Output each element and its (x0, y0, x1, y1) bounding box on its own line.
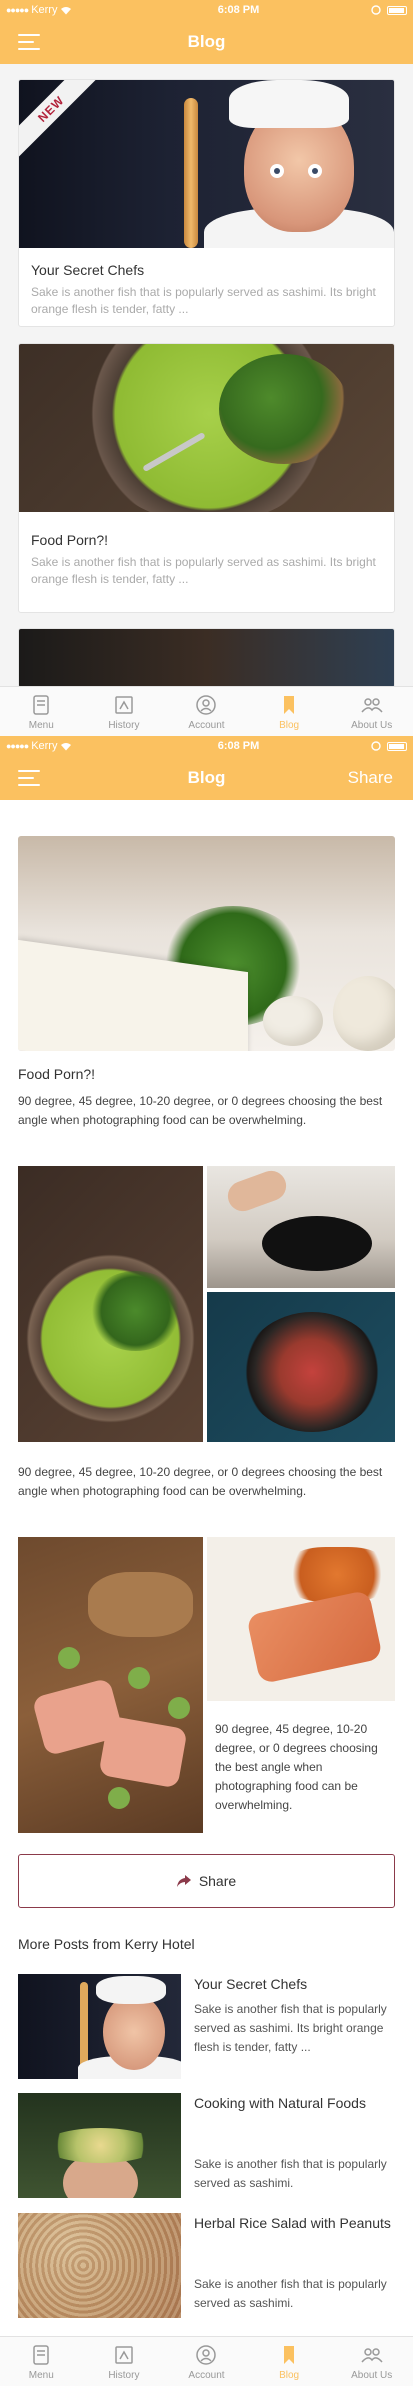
new-ribbon: NEW (19, 80, 102, 160)
post-title: Your Secret Chefs (194, 1976, 308, 1992)
article-paragraph: 90 degree, 45 degree, 10-20 degree, or 0… (215, 1722, 378, 1812)
hamburger-menu-icon[interactable] (18, 770, 40, 786)
battery-icon (387, 5, 407, 15)
status-bar: ●●●●● Kerry 6:08 PM (0, 0, 413, 20)
secret-chefs-image: NEW (19, 80, 394, 248)
share-arrow-icon (176, 1875, 191, 1887)
more-post-item[interactable]: Your Secret Chefs Sake is another fish t… (18, 1974, 395, 2079)
blog-card-food-porn[interactable]: Food Porn?! Sake is another fish that is… (18, 343, 395, 613)
status-time: 6:08 PM (217, 740, 260, 752)
tab-about-us[interactable]: About Us (330, 2337, 413, 2386)
status-bar: ●●●●● Kerry 6:08 PM (0, 736, 413, 756)
alarm-icon (371, 5, 381, 15)
menu-book-icon (33, 2344, 50, 2365)
article-hero-image (18, 836, 395, 1051)
photo-frying-pan (207, 1292, 395, 1442)
photo-stove-cooking (207, 1166, 395, 1288)
tab-label: History (108, 2369, 140, 2381)
share-button-label: Share (198, 1873, 237, 1889)
partial-card-image (19, 629, 394, 688)
tab-label: Blog (279, 2369, 300, 2381)
article-title: Food Porn?! (18, 1066, 96, 1082)
post-thumbnail (18, 2093, 181, 2198)
signal-icon: ●●●●● (6, 5, 29, 15)
wifi-icon (61, 742, 72, 750)
menu-book-icon (33, 694, 50, 715)
tab-bar: Menu History Account Blog About Us (0, 686, 413, 736)
tab-menu[interactable]: Menu (0, 2337, 83, 2386)
group-icon (361, 697, 383, 712)
blog-list-screen: ●●●●● Kerry 6:08 PM Blog NEW Your Secret… (0, 0, 413, 736)
food-porn-image (19, 344, 394, 512)
blog-card-secret-chefs[interactable]: NEW Your Secret Chefs Sake is another fi… (18, 79, 395, 327)
card-title: Your Secret Chefs (31, 262, 145, 278)
tab-label: Account (188, 2369, 225, 2381)
tab-label: Account (188, 719, 225, 731)
photo-grilled-salmon (207, 1537, 395, 1701)
hamburger-menu-icon[interactable] (18, 34, 40, 50)
tab-label: History (108, 719, 140, 731)
post-thumbnail (18, 1974, 181, 2079)
blog-article-screen: ●●●●● Kerry 6:08 PM Blog Share Food Porn… (0, 736, 413, 2386)
app-header: Blog (0, 20, 413, 64)
header-title: Blog (187, 768, 226, 787)
tab-blog[interactable]: Blog (248, 2337, 331, 2386)
status-time: 6:08 PM (217, 4, 260, 16)
group-icon (361, 2347, 383, 2362)
tab-about-us[interactable]: About Us (330, 687, 413, 736)
tab-blog[interactable]: Blog (248, 687, 331, 736)
post-excerpt: Sake is another fish that is popularly s… (194, 2277, 387, 2310)
bookmark-icon (284, 695, 295, 714)
tab-label: Menu (28, 2369, 54, 2381)
wifi-icon (61, 6, 72, 14)
more-post-item[interactable]: Cooking with Natural Foods Sake is anoth… (18, 2093, 395, 2198)
share-button[interactable]: Share (18, 1854, 395, 1908)
tab-account[interactable]: Account (165, 687, 248, 736)
tab-label: About Us (351, 2369, 393, 2381)
card-excerpt: Sake is another fish that is popularly s… (31, 555, 376, 586)
header-title: Blog (187, 32, 226, 51)
account-icon (196, 2344, 217, 2365)
photo-cutting-board (18, 1537, 203, 1833)
photo-soup-bowl (18, 1166, 203, 1442)
post-title: Herbal Rice Salad with Peanuts (194, 2215, 391, 2231)
tab-history[interactable]: History (83, 2337, 166, 2386)
card-title: Food Porn?! (31, 532, 109, 548)
post-title: Cooking with Natural Foods (194, 2095, 366, 2111)
signal-icon: ●●●●● (6, 741, 29, 751)
tab-label: Menu (28, 719, 54, 731)
tab-label: Blog (279, 719, 300, 731)
header-share-link[interactable]: Share (348, 768, 393, 788)
bookmark-icon (284, 2345, 295, 2364)
article-paragraph: 90 degree, 45 degree, 10-20 degree, or 0… (18, 1094, 383, 1127)
tab-menu[interactable]: Menu (0, 687, 83, 736)
post-excerpt: Sake is another fish that is popularly s… (194, 2157, 387, 2190)
tab-bar: Menu History Account Blog About Us (0, 2336, 413, 2386)
alarm-icon (371, 741, 381, 751)
carrier-name: Kerry (31, 740, 58, 752)
card-excerpt: Sake is another fish that is popularly s… (31, 285, 376, 316)
history-icon (115, 695, 133, 714)
carrier-name: Kerry (31, 4, 58, 16)
more-posts-title: More Posts from Kerry Hotel (18, 1936, 195, 1952)
app-header: Blog Share (0, 756, 413, 800)
post-thumbnail (18, 2213, 181, 2318)
history-icon (115, 2345, 133, 2364)
post-excerpt: Sake is another fish that is popularly s… (194, 2002, 387, 2054)
more-post-item[interactable]: Herbal Rice Salad with Peanuts Sake is a… (18, 2213, 395, 2318)
tab-history[interactable]: History (83, 687, 166, 736)
battery-icon (387, 741, 407, 751)
tab-account[interactable]: Account (165, 2337, 248, 2386)
blog-card-partial[interactable] (18, 628, 395, 688)
tab-label: About Us (351, 719, 393, 731)
article-paragraph: 90 degree, 45 degree, 10-20 degree, or 0… (18, 1465, 383, 1498)
account-icon (196, 694, 217, 715)
